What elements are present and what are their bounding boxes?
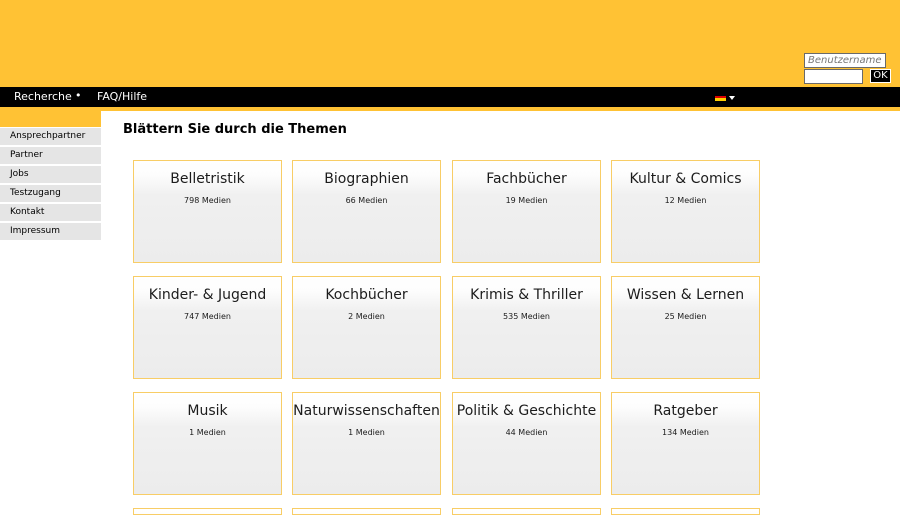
category-name: Belletristik (170, 171, 245, 187)
category-count: 66 Medien (345, 196, 388, 205)
nav-recherche[interactable]: Recherche (14, 91, 72, 103)
top-navigation: Recherche • FAQ/Hilfe (0, 87, 900, 107)
category-tile[interactable]: Ratgeber 134 Medien (611, 392, 760, 495)
category-count: 535 Medien (503, 312, 550, 321)
password-input[interactable] (804, 69, 863, 84)
nav-faq-hilfe[interactable]: FAQ/Hilfe (97, 91, 147, 103)
category-tile[interactable]: Musik 1 Medien (133, 392, 282, 495)
category-count: 25 Medien (664, 312, 707, 321)
header-accent-line (101, 107, 900, 111)
category-count: 747 Medien (184, 312, 231, 321)
category-name: Kultur & Comics (629, 171, 742, 187)
category-tile-partial[interactable] (452, 508, 601, 515)
category-count: 44 Medien (505, 428, 548, 437)
sidebar-header (0, 107, 101, 127)
category-count: 1 Medien (189, 428, 226, 437)
category-tile[interactable]: Wissen & Lernen 25 Medien (611, 276, 760, 379)
category-name: Politik & Geschichte (456, 403, 597, 419)
category-name: Kochbücher (325, 287, 408, 303)
category-count: 134 Medien (662, 428, 709, 437)
category-tile-partial[interactable] (611, 508, 760, 515)
category-name: Wissen & Lernen (626, 287, 745, 303)
username-input[interactable] (804, 53, 886, 68)
category-count: 12 Medien (664, 196, 707, 205)
sidebar-item-partner[interactable]: Partner (0, 147, 101, 164)
category-tile[interactable]: Kinder- & Jugend 747 Medien (133, 276, 282, 379)
nav-separator: • (75, 89, 82, 102)
sidebar-item-kontakt[interactable]: Kontakt (0, 204, 101, 221)
sidebar-item-ansprechpartner[interactable]: Ansprechpartner (0, 128, 101, 145)
category-tile[interactable]: Politik & Geschichte 44 Medien (452, 392, 601, 495)
category-tile[interactable]: Naturwissenschaften 1 Medien (292, 392, 441, 495)
category-count: 19 Medien (505, 196, 548, 205)
category-name: Musik (187, 403, 228, 419)
header: OK (0, 0, 900, 87)
category-tile[interactable]: Krimis & Thriller 535 Medien (452, 276, 601, 379)
category-name: Ratgeber (653, 403, 718, 419)
category-tile[interactable]: Fachbücher 19 Medien (452, 160, 601, 263)
category-tile[interactable]: Belletristik 798 Medien (133, 160, 282, 263)
category-tile[interactable]: Kochbücher 2 Medien (292, 276, 441, 379)
category-tile[interactable]: Biographien 66 Medien (292, 160, 441, 263)
sidebar-item-testzugang[interactable]: Testzugang (0, 185, 101, 202)
category-name: Kinder- & Jugend (148, 287, 267, 303)
page-title: Blättern Sie durch die Themen (123, 122, 347, 137)
language-selector[interactable] (715, 93, 737, 102)
category-tile-partial[interactable] (292, 508, 441, 515)
login-ok-button[interactable]: OK (870, 69, 891, 83)
german-flag-icon (715, 93, 726, 101)
category-name: Fachbücher (486, 171, 567, 187)
category-count: 798 Medien (184, 196, 231, 205)
category-name: Krimis & Thriller (470, 287, 583, 303)
sidebar-item-impressum[interactable]: Impressum (0, 223, 101, 240)
category-name: Naturwissenschaften (293, 403, 440, 419)
sidebar-item-jobs[interactable]: Jobs (0, 166, 101, 183)
category-name: Biographien (324, 171, 409, 187)
sidebar: Ansprechpartner Partner Jobs Testzugang … (0, 128, 101, 242)
chevron-down-icon (729, 96, 735, 100)
category-tile[interactable]: Kultur & Comics 12 Medien (611, 160, 760, 263)
category-count: 2 Medien (348, 312, 385, 321)
category-count: 1 Medien (348, 428, 385, 437)
category-tile-partial[interactable] (133, 508, 282, 515)
